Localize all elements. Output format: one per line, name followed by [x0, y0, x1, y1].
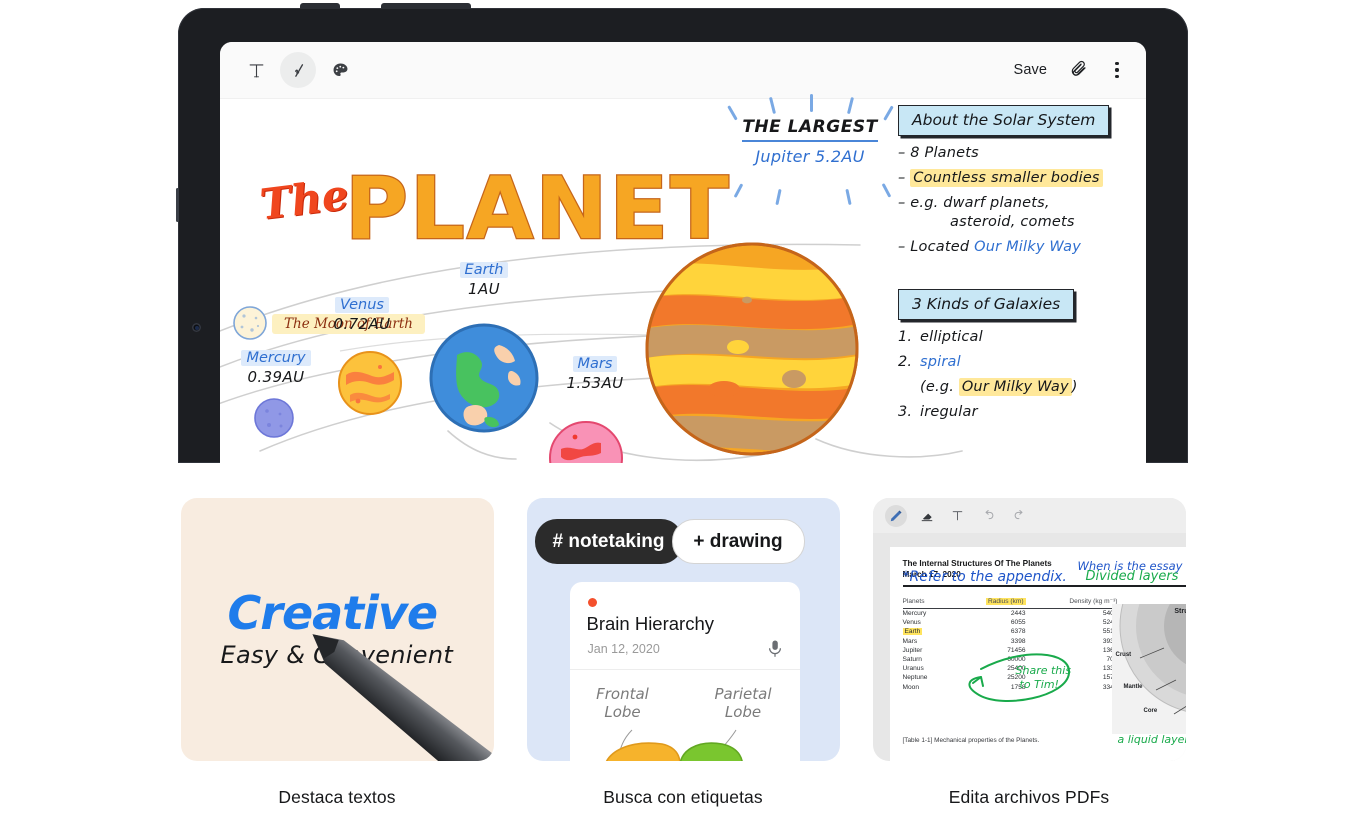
tablet-top-button-1[interactable] [300, 3, 340, 9]
redo-button[interactable] [1009, 505, 1031, 527]
planet-mercury [254, 398, 294, 438]
microphone-icon[interactable] [768, 640, 782, 658]
pdf-document[interactable]: The Internal Structures Of The Planets M… [889, 547, 1186, 761]
palette-tool-button[interactable] [322, 52, 358, 88]
redo-icon [1014, 510, 1023, 520]
note-toolbar: Save [220, 42, 1146, 99]
note-line: (e.g. Our Milky Way) [920, 378, 1078, 396]
planet-mars [549, 421, 623, 463]
structure-title: Structure [1174, 608, 1185, 615]
three-dots-vertical-icon [1115, 61, 1119, 66]
undo-button[interactable] [978, 505, 1000, 527]
earth-structure-diagram: Structure Crust Mantle Core [1111, 604, 1186, 734]
planet-venus [338, 351, 402, 415]
pen-tool-button[interactable] [884, 504, 907, 527]
tag-pill-drawing[interactable]: + drawing [671, 519, 805, 564]
save-button[interactable]: Save [1008, 58, 1053, 82]
annotation-share-this: Share this [1015, 664, 1072, 677]
card-caption: Edita archivos PDFs [948, 787, 1110, 807]
moon-illustration [233, 306, 267, 340]
card-surface[interactable]: Creative Easy & Convenient [180, 498, 494, 761]
tablet-screen: Save The PLANET THE LARGEST Jupiter 5.2A… [220, 42, 1146, 463]
note-canvas[interactable]: The PLANET THE LARGEST Jupiter 5.2AU The… [220, 94, 1146, 463]
structure-label-core: Core [1143, 708, 1158, 714]
undo-icon [985, 510, 994, 520]
text-T-icon [952, 511, 963, 521]
planet-label-mercury: Mercury 0.39AU [226, 347, 326, 386]
note-divider [569, 669, 800, 670]
feature-cards: Creative Easy & Convenient Destaca texto… [0, 498, 1366, 808]
card-caption: Busca con etiquetas [603, 787, 763, 807]
note-line: – e.g. dwarf planets, [898, 195, 1050, 211]
note-line: – Located Our Milky Way [898, 239, 1082, 255]
front-camera-icon [192, 323, 201, 332]
note-title: Brain Hierarchy [586, 613, 715, 634]
green-circle-annotation [968, 653, 1070, 702]
card-surface[interactable]: # notetaking + drawing Brain Hierarchy J… [526, 498, 840, 761]
eraser-icon [921, 513, 932, 521]
card-caption: Destaca textos [278, 787, 396, 807]
attach-button[interactable] [1069, 60, 1090, 81]
largest-heading: THE LARGEST [742, 117, 878, 142]
panel-galaxies: 3 Kinds of Galaxies 1. elliptical 2. spira… [898, 289, 1078, 420]
planet-label-mars: Mars 1.53AU [566, 356, 624, 392]
note-color-dot [587, 598, 597, 607]
more-options-button[interactable] [1106, 61, 1128, 79]
feature-card-search-tags: # notetaking + drawing Brain Hierarchy J… [526, 498, 840, 808]
tool-group-right: Save [1008, 58, 1128, 82]
planet-label-earth: Earth 1AU [432, 259, 536, 298]
palette-icon [333, 63, 347, 76]
annotation-appendix: *Refer to the appendix. [902, 569, 1067, 585]
pen-tool-button[interactable] [280, 52, 316, 88]
structure-label-mantle: Mantle [1123, 684, 1143, 690]
paperclip-icon [1071, 60, 1086, 76]
brain-label-frontal: Frontal Lobe [596, 685, 649, 721]
note-line: 1. elliptical [898, 329, 983, 345]
note-line: asteroid, comets [950, 214, 1075, 230]
brain-label-parietal: Parietal Lobe [714, 685, 772, 721]
earth-layers-svg [1119, 604, 1186, 715]
planet-jupiter [645, 242, 859, 456]
planet-earth [429, 323, 539, 433]
annotation-to-tim: to Tim! [1019, 678, 1059, 691]
structure-label-crust: Crust [1115, 652, 1132, 658]
annotation-divided-layers: Divided layers [1085, 569, 1179, 584]
panel-galaxies-heading: 3 Kinds of Galaxies [898, 289, 1075, 320]
note-date: Jan 12, 2020 [587, 642, 660, 656]
largest-subtext: Jupiter 5.2AU [755, 147, 865, 166]
tablet-top-button-2[interactable] [381, 3, 471, 9]
feature-card-edit-pdf: The Internal Structures Of The Planets M… [872, 498, 1186, 808]
card-surface[interactable]: The Internal Structures Of The Planets M… [872, 498, 1186, 761]
annotation-liquid-layer: a liquid layer [1117, 733, 1186, 746]
panel-solar-system: About the Solar System – 8 Planets – Cou… [898, 105, 1110, 255]
panel-solar-heading: About the Solar System [898, 105, 1110, 136]
note-line: 2. spiral [898, 354, 961, 370]
note-preview-card[interactable]: Brain Hierarchy Jan 12, 2020 Frontal Lob… [569, 582, 800, 761]
text-T-icon [249, 63, 263, 77]
largest-annotation: THE LARGEST Jupiter 5.2AU [715, 94, 905, 206]
text-tool-button[interactable] [947, 505, 969, 527]
feature-card-highlight-text: Creative Easy & Convenient Destaca texto… [180, 498, 494, 808]
tablet-side-button[interactable] [176, 188, 179, 222]
note-line: – Countless smaller bodies [898, 169, 1109, 187]
page-root: Save The PLANET THE LARGEST Jupiter 5.2A… [0, 0, 1366, 832]
note-line: 3. iregular [898, 404, 978, 420]
doc-horizontal-rule [902, 585, 1186, 587]
tablet-device: Save The PLANET THE LARGEST Jupiter 5.2A… [176, 3, 1188, 463]
note-line: – 8 Planets [898, 145, 979, 161]
text-tool-button[interactable] [238, 52, 274, 88]
pen-stroke-icon [294, 63, 303, 77]
pen-icon [890, 509, 902, 521]
planet-label-venus: Venus 0.72AU [333, 297, 391, 333]
eraser-tool-button[interactable] [916, 505, 938, 527]
brain-diagram [605, 729, 743, 761]
pdf-toolbar [872, 498, 1186, 533]
tag-pill-notetaking[interactable]: # notetaking [534, 519, 683, 564]
tool-group-left [238, 52, 358, 88]
